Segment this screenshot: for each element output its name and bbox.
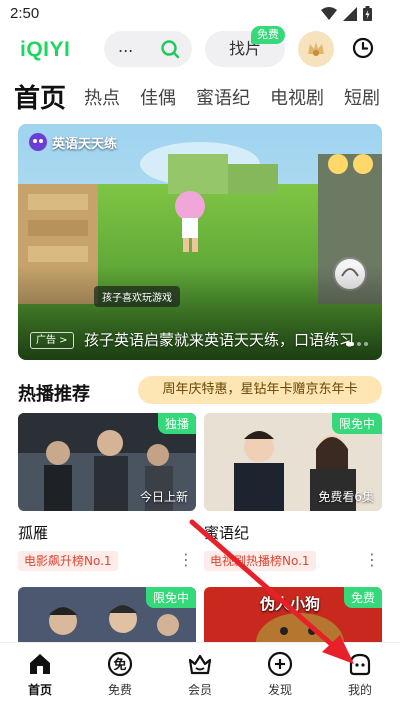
tab-tv-series[interactable]: 电视剧: [270, 84, 324, 110]
nav-label: 首页: [27, 683, 52, 697]
video-card[interactable]: 限免中: [18, 587, 196, 643]
nav-label: 我的: [347, 683, 372, 697]
carousel-dot: [357, 342, 361, 346]
rank-tag[interactable]: 电视剧热播榜No.1: [204, 551, 316, 571]
wifi-icon: [321, 6, 337, 20]
rank-tag[interactable]: 电影飙升榜No.1: [18, 551, 118, 571]
exclusive-badge: 独播: [157, 413, 196, 434]
carousel-dot: [364, 342, 368, 346]
svg-text:免: 免: [113, 657, 126, 673]
video-card-fake-dog[interactable]: 伪人小狗 免费: [204, 587, 382, 643]
game-logo-icon: [29, 133, 47, 151]
discover-plus-icon: [267, 651, 293, 677]
card-title[interactable]: 蜜语纪: [204, 522, 249, 543]
nav-profile[interactable]: 我的: [330, 651, 390, 698]
tab-trending[interactable]: 热点: [84, 84, 120, 110]
nav-free[interactable]: 免 免费: [90, 651, 150, 698]
free-badge: 免费: [343, 587, 382, 608]
video-card-guyan[interactable]: 独播 今日上新: [18, 413, 196, 511]
more-options-icon[interactable]: ⋮: [364, 550, 380, 569]
tab-short-drama[interactable]: 短剧: [344, 84, 380, 110]
nav-label: 免费: [107, 683, 132, 697]
app-header: iQIYI ... 找片 免费: [0, 26, 400, 72]
card-title[interactable]: 孤雁: [18, 522, 48, 543]
history-icon[interactable]: [352, 37, 374, 59]
status-time: 2:50: [10, 5, 40, 22]
card-overlay-text: 今日上新: [139, 490, 188, 504]
nav-home[interactable]: 首页: [10, 651, 70, 698]
nav-label: 发现: [267, 683, 292, 697]
tab-miyuji[interactable]: 蜜语纪: [196, 84, 250, 110]
free-limited-badge: 限免中: [331, 413, 382, 434]
bottom-navigation: 首页 免 免费 会员 发现 我的: [0, 642, 400, 711]
signal-icon: [343, 6, 357, 21]
iqiyi-logo[interactable]: iQIYI: [20, 38, 70, 62]
free-limited-badge: 限免中: [145, 587, 196, 608]
banner-title: 孩子英语启蒙就来英语天天练，口语练习: [84, 331, 355, 349]
banner-brand-text: 英语天天练: [52, 136, 118, 152]
search-placeholder: ...: [118, 37, 134, 56]
nav-vip[interactable]: 会员: [170, 651, 230, 698]
channel-tabs: 首页 热点 佳偶 蜜语纪 电视剧 短剧: [0, 78, 400, 118]
avatar[interactable]: [298, 31, 334, 67]
video-card-miyuji[interactable]: 限免中 免费看6集: [204, 413, 382, 511]
search-icon[interactable]: [160, 39, 180, 59]
carousel-dot: [346, 342, 354, 346]
vip-avatar-icon: [308, 42, 324, 56]
free-badge: 免费: [251, 26, 285, 44]
promo-banner[interactable]: 周年庆特惠，星钻年卡赠京东年卡: [138, 376, 382, 404]
tab-home[interactable]: 首页: [14, 78, 66, 115]
banner-brand: 英语天天练: [28, 132, 117, 152]
profile-icon: [349, 653, 371, 676]
banner-caption: 孩子喜欢玩游戏: [94, 286, 180, 307]
poster-title-text: 伪人小狗: [260, 595, 321, 613]
home-icon: [30, 654, 50, 674]
carousel-indicator: [346, 342, 368, 346]
ad-label[interactable]: 广告 >: [30, 332, 74, 349]
status-bar: 2:50: [0, 0, 400, 28]
tab-jiaou[interactable]: 佳偶: [140, 84, 176, 110]
free-icon: 免: [107, 651, 133, 677]
battery-icon: [363, 6, 372, 21]
banner-game-image: [18, 124, 382, 360]
more-options-icon[interactable]: ⋮: [178, 550, 194, 569]
nav-discover[interactable]: 发现: [250, 651, 310, 698]
card-overlay-text: 免费看6集: [318, 490, 374, 504]
banner-carousel[interactable]: 英语天天练 孩子喜欢玩游戏 广告 > 孩子英语启蒙就来英语天天练，口语练习: [18, 124, 382, 360]
section-title: 热播推荐: [18, 384, 90, 405]
nav-label: 会员: [187, 683, 212, 697]
search-bar[interactable]: ...: [104, 31, 192, 67]
vip-crown-icon: [188, 654, 212, 675]
status-icons: [321, 6, 372, 21]
